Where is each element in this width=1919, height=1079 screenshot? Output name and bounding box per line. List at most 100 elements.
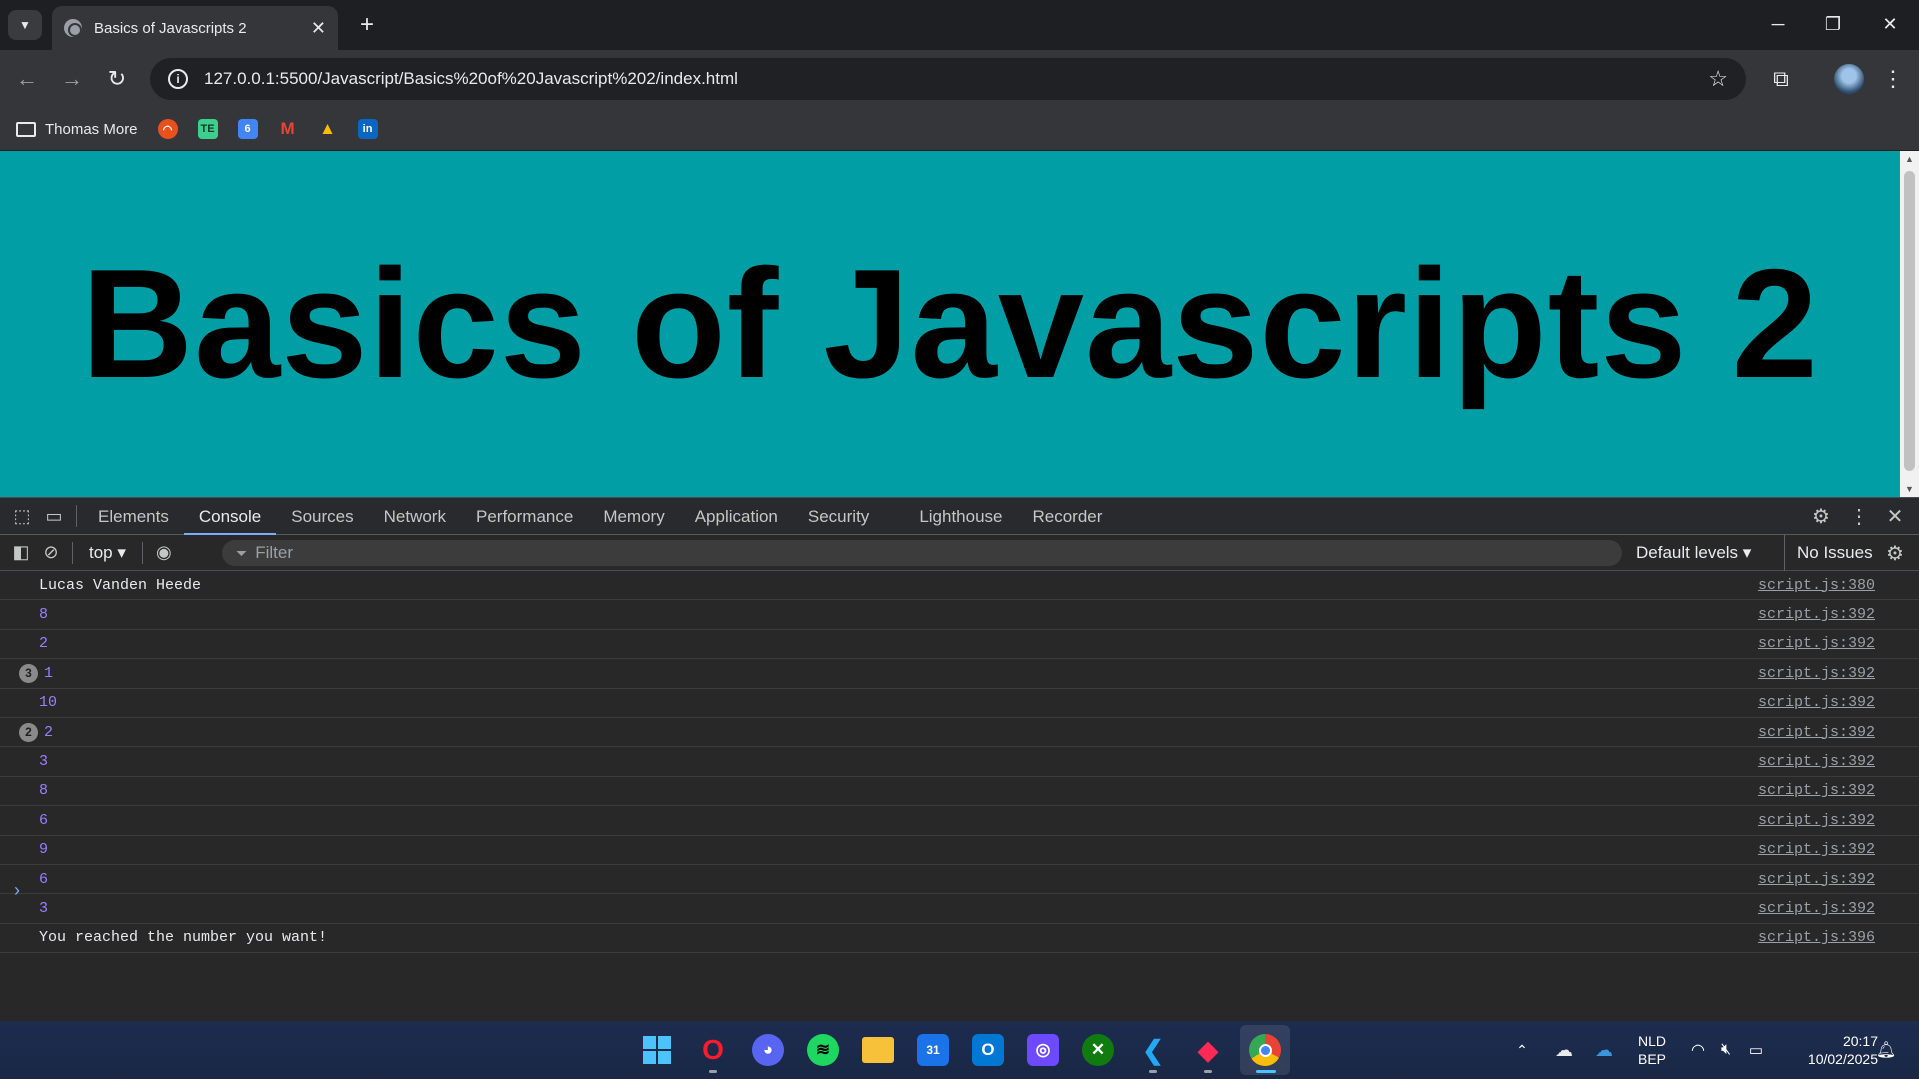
chrome-center — [1258, 1043, 1272, 1057]
repeat-count-badge: 2 — [19, 722, 38, 742]
restore-icon[interactable]: ❐ — [1813, 8, 1853, 40]
keyboard-layout: BEP — [1637, 1051, 1666, 1067]
scroll-up-icon[interactable]: ▲ — [1905, 154, 1914, 164]
bookmarks-bar: Thomas More ◠ TE 6 M ▲ in — [0, 108, 1919, 150]
bookmark-star-icon[interactable]: ☆ — [1708, 66, 1728, 92]
reload-icon[interactable]: ↻ — [102, 64, 132, 94]
devtools-tab-lighthouse[interactable]: Lighthouse — [904, 498, 1017, 535]
site-info-icon[interactable]: i — [168, 69, 188, 89]
source-link[interactable]: script.js:392 — [1758, 694, 1875, 711]
running-indicator — [1149, 1070, 1157, 1073]
devtools-tab-recorder[interactable]: Recorder — [1018, 498, 1118, 535]
new-tab-button[interactable]: + — [352, 10, 382, 40]
source-link[interactable]: script.js:396 — [1758, 929, 1875, 946]
pdf-icon[interactable]: ◆ — [1192, 1034, 1224, 1066]
devtools-settings-icon[interactable]: ⚙ — [1804, 498, 1838, 535]
source-link[interactable]: script.js:392 — [1758, 635, 1875, 652]
source-link[interactable]: script.js:392 — [1758, 724, 1875, 741]
bookmark-folder[interactable]: Thomas More — [16, 121, 138, 138]
browser-toolbar: ← → ↻ i 127.0.0.1:5500/Javascript/Basics… — [0, 50, 1919, 108]
source-link[interactable]: script.js:392 — [1758, 606, 1875, 623]
context-selector[interactable]: top ▾ — [79, 543, 136, 563]
clear-console-icon[interactable]: ⊘ — [36, 535, 66, 571]
console-message-text: 3 — [39, 753, 49, 771]
console-prompt[interactable]: › — [14, 880, 20, 901]
devtools-tab-application[interactable]: Application — [680, 498, 793, 535]
volume-muted-icon[interactable]: 🔇︎ — [1714, 1021, 1738, 1079]
devtools-tab-memory[interactable]: Memory — [588, 498, 679, 535]
page-scrollbar[interactable]: ▲ ▼ — [1900, 151, 1919, 497]
menu-kebab-icon[interactable]: ⋮ — [1878, 64, 1908, 94]
source-link[interactable]: script.js:392 — [1758, 782, 1875, 799]
devtools-tab-performance[interactable]: Performance — [461, 498, 588, 535]
live-expression-eye-icon[interactable]: ◉ — [149, 535, 179, 571]
address-bar[interactable]: i 127.0.0.1:5500/Javascript/Basics%20of%… — [150, 58, 1746, 100]
filter-icon: ⏷ — [236, 544, 248, 561]
forward-icon[interactable]: → — [57, 64, 87, 94]
source-link[interactable]: script.js:392 — [1758, 753, 1875, 770]
screen: ▼ Basics of Javascripts 2 ✕ + ─ ❐ ✕ ← → … — [0, 0, 1919, 1079]
profile-avatar[interactable] — [1834, 64, 1864, 94]
source-link[interactable]: script.js:392 — [1758, 871, 1875, 888]
console-settings-icon[interactable]: ⚙ — [1878, 535, 1912, 571]
opera-icon[interactable]: O — [697, 1034, 729, 1066]
devtools-tab-security[interactable]: Security — [793, 498, 884, 535]
file-explorer-icon[interactable] — [862, 1037, 894, 1063]
wifi-icon[interactable]: ◠ — [1686, 1021, 1710, 1079]
tab-strip: ▼ Basics of Javascripts 2 ✕ + ─ ❐ ✕ — [0, 0, 1919, 50]
devtools-tab-network[interactable]: Network — [369, 498, 461, 535]
chrome-icon[interactable] — [1249, 1034, 1281, 1066]
proton-icon[interactable]: ◎ — [1027, 1034, 1059, 1066]
input-language[interactable]: NLD BEP — [1628, 1032, 1676, 1068]
console-message-row: You reached the number you want! script.j… — [0, 924, 1919, 954]
devtools-tab-console[interactable]: Console — [183, 498, 277, 535]
onedrive-cloud-icon[interactable]: ☁ — [1550, 1021, 1578, 1079]
browser-tab[interactable]: Basics of Javascripts 2 ✕ — [52, 6, 338, 50]
running-indicator — [709, 1070, 717, 1073]
sidebar-toggle-icon[interactable]: ◧ — [6, 535, 36, 571]
tray-chevron-up-icon[interactable]: ⌃ — [1510, 1021, 1534, 1079]
source-link[interactable]: script.js:392 — [1758, 841, 1875, 858]
inspect-element-icon[interactable]: ⬚ — [6, 498, 38, 535]
tab-search-button[interactable]: ▼ — [8, 10, 42, 40]
scrollbar-thumb[interactable] — [1904, 171, 1915, 471]
devtools-close-icon[interactable]: ✕ — [1878, 498, 1912, 535]
drive-icon[interactable]: ▲ — [318, 119, 338, 139]
calendar-icon[interactable]: 31 — [917, 1034, 949, 1066]
log-levels-dropdown[interactable]: Default levels ▾ — [1636, 535, 1751, 571]
close-tab-icon[interactable]: ✕ — [311, 18, 326, 39]
source-link[interactable]: script.js:392 — [1758, 812, 1875, 829]
source-link[interactable]: script.js:392 — [1758, 665, 1875, 682]
console-message-text: You reached the number you want! — [39, 929, 328, 947]
xbox-icon[interactable]: ✕ — [1082, 1034, 1114, 1066]
console-filter-input[interactable]: ⏷ Filter — [222, 540, 1622, 566]
clock[interactable]: 20:17 10/02/2025 — [1778, 1032, 1878, 1068]
gmail-icon[interactable]: M — [278, 119, 298, 139]
notification-bell-icon[interactable]: 🔔︎ — [1874, 1021, 1898, 1079]
close-window-icon[interactable]: ✕ — [1870, 8, 1910, 40]
linkedin-icon[interactable]: in — [357, 119, 378, 139]
issues-counter[interactable]: No Issues — [1784, 535, 1873, 571]
back-icon[interactable]: ← — [12, 64, 42, 94]
extensions-icon[interactable]: ⧉ — [1766, 64, 1796, 94]
github-icon[interactable]: ◠ — [157, 119, 178, 139]
vscode-icon[interactable]: ❮ — [1137, 1034, 1169, 1066]
device-toolbar-icon[interactable]: ▭ — [38, 498, 70, 535]
calendar-icon[interactable]: 6 — [237, 119, 258, 139]
windows-start-icon[interactable] — [641, 1034, 673, 1066]
onedrive-business-icon[interactable]: ☁ — [1590, 1021, 1618, 1079]
source-link[interactable]: script.js:392 — [1758, 900, 1875, 917]
discord-icon[interactable]: ◕ — [752, 1034, 784, 1066]
devtools-tab-sources[interactable]: Sources — [276, 498, 368, 535]
devtools-menu-icon[interactable]: ⋮ — [1842, 498, 1876, 535]
devtools-tab-elements[interactable]: Elements — [83, 498, 184, 535]
spotify-icon[interactable]: ≋ — [807, 1034, 839, 1066]
te-icon[interactable]: TE — [197, 119, 218, 139]
battery-icon[interactable]: ▭ — [1744, 1021, 1768, 1079]
minimize-icon[interactable]: ─ — [1758, 8, 1798, 40]
clock-time: 20:17 — [1842, 1033, 1878, 1049]
source-link[interactable]: script.js:380 — [1758, 577, 1875, 594]
scroll-down-icon[interactable]: ▼ — [1905, 484, 1914, 494]
outlook-icon[interactable]: O — [972, 1034, 1004, 1066]
console-message-text: 2 — [39, 635, 49, 653]
